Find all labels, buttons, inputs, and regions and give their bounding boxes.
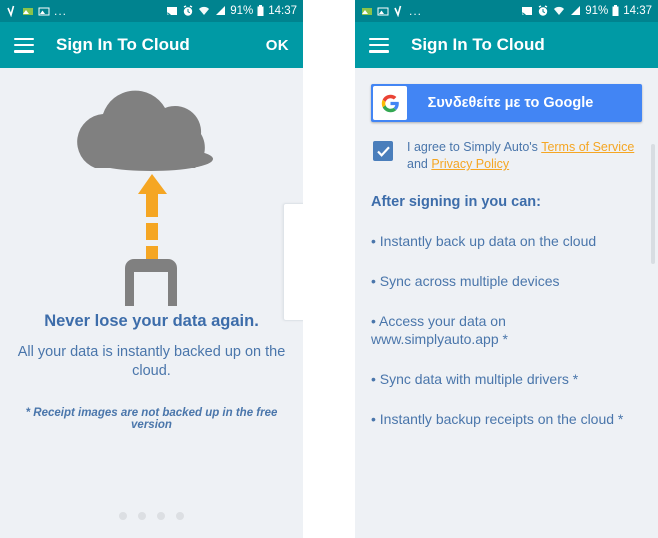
privacy-policy-link[interactable]: Privacy Policy (431, 157, 509, 171)
google-signin-button[interactable]: Συνδεθείτε με το Google (371, 84, 642, 122)
notification-check-icon (6, 5, 18, 18)
next-page-card-peek (283, 203, 303, 321)
dual-screenshot-stage: ... 91% 14:37 Sign In To Cloud OK Never … (0, 0, 658, 538)
google-signin-label: Συνδεθείτε με το Google (427, 95, 594, 111)
notification-check-icon (393, 5, 405, 18)
page-indicator-dots[interactable] (0, 512, 303, 520)
image-download-icon (361, 5, 373, 17)
panel-divider (303, 0, 355, 538)
google-g-icon (373, 86, 407, 120)
alarm-icon (182, 5, 194, 17)
status-overflow-ellipsis: ... (409, 4, 423, 18)
clock-label: 14:37 (268, 5, 297, 17)
illustration-svg (76, 90, 213, 306)
feature-item: • Instantly back up data on the cloud (371, 233, 597, 249)
terms-of-service-link[interactable]: Terms of Service (541, 140, 634, 154)
status-bar-system-right: 91% 14:37 (521, 5, 652, 17)
right-phone-screen: ... 91% 14:37 Sign In To Cloud Συνδεθείτ… (355, 0, 658, 538)
right-content-area: Συνδεθείτε με το Google I agree to Simpl… (355, 68, 658, 538)
status-bar-notifications-right: ... (361, 4, 521, 18)
page-dot[interactable] (119, 512, 127, 520)
alarm-icon (537, 5, 549, 17)
left-content-area: Never lose your data again. All your dat… (0, 68, 303, 538)
hamburger-menu-icon[interactable] (14, 37, 34, 53)
features-title: After signing in you can: (371, 194, 541, 210)
consent-row[interactable]: I agree to Simply Auto's Terms of Servic… (371, 139, 642, 173)
page-title-left: Sign In To Cloud (56, 35, 190, 54)
status-bar-left: ... 91% 14:37 (0, 0, 303, 22)
feature-item: • Access your data on www.simplyauto.app… (371, 313, 508, 347)
wifi-icon (198, 5, 210, 17)
battery-percent-label: 91% (585, 5, 609, 17)
wifi-icon (553, 5, 565, 17)
clock-label: 14:37 (623, 5, 652, 17)
battery-percent-label: 91% (230, 5, 254, 17)
terms-checkbox[interactable] (373, 141, 393, 161)
cast-icon (521, 5, 533, 17)
feature-item: • Sync across multiple devices (371, 273, 560, 289)
gallery-icon (38, 5, 50, 17)
status-bar-notifications-left: ... (6, 4, 166, 18)
page-dot[interactable] (157, 512, 165, 520)
consent-text-middle: and (407, 157, 432, 171)
cloud-backup-illustration (0, 68, 303, 306)
footnote-text: * Receipt images are not backed up in th… (25, 407, 278, 431)
page-dot[interactable] (138, 512, 146, 520)
app-bar-right: Sign In To Cloud (355, 22, 658, 68)
cast-icon (166, 5, 178, 17)
scrollbar-thumb[interactable] (651, 144, 655, 264)
google-signin-wrapper: Συνδεθείτε με το Google (371, 68, 642, 122)
consent-text: I agree to Simply Auto's Terms of Servic… (407, 139, 642, 173)
signal-icon (214, 5, 226, 17)
ok-button[interactable]: OK (266, 37, 289, 54)
left-phone-screen: ... 91% 14:37 Sign In To Cloud OK Never … (0, 0, 303, 538)
consent-text-before: I agree to Simply Auto's (407, 140, 542, 154)
checkmark-icon (376, 146, 390, 157)
image-download-icon (22, 5, 34, 17)
signal-icon (569, 5, 581, 17)
hamburger-menu-icon[interactable] (369, 37, 389, 53)
headline-text: Never lose your data again. (44, 312, 259, 330)
feature-item: • Sync data with multiple drivers * (371, 371, 579, 387)
subtext: All your data is instantly backed up on … (17, 344, 286, 379)
status-bar-system-left: 91% 14:37 (166, 5, 297, 17)
battery-icon (257, 5, 264, 17)
app-bar-left: Sign In To Cloud OK (0, 22, 303, 68)
feature-item: • Instantly backup receipts on the cloud… (371, 411, 624, 427)
battery-icon (612, 5, 619, 17)
page-dot[interactable] (176, 512, 184, 520)
dashed-up-arrow-icon (137, 174, 167, 263)
status-overflow-ellipsis: ... (54, 4, 68, 18)
status-bar-right: ... 91% 14:37 (355, 0, 658, 22)
gallery-icon (377, 5, 389, 17)
cloud-icon (76, 90, 213, 171)
page-title-right: Sign In To Cloud (411, 35, 545, 54)
phone-icon (124, 259, 177, 306)
